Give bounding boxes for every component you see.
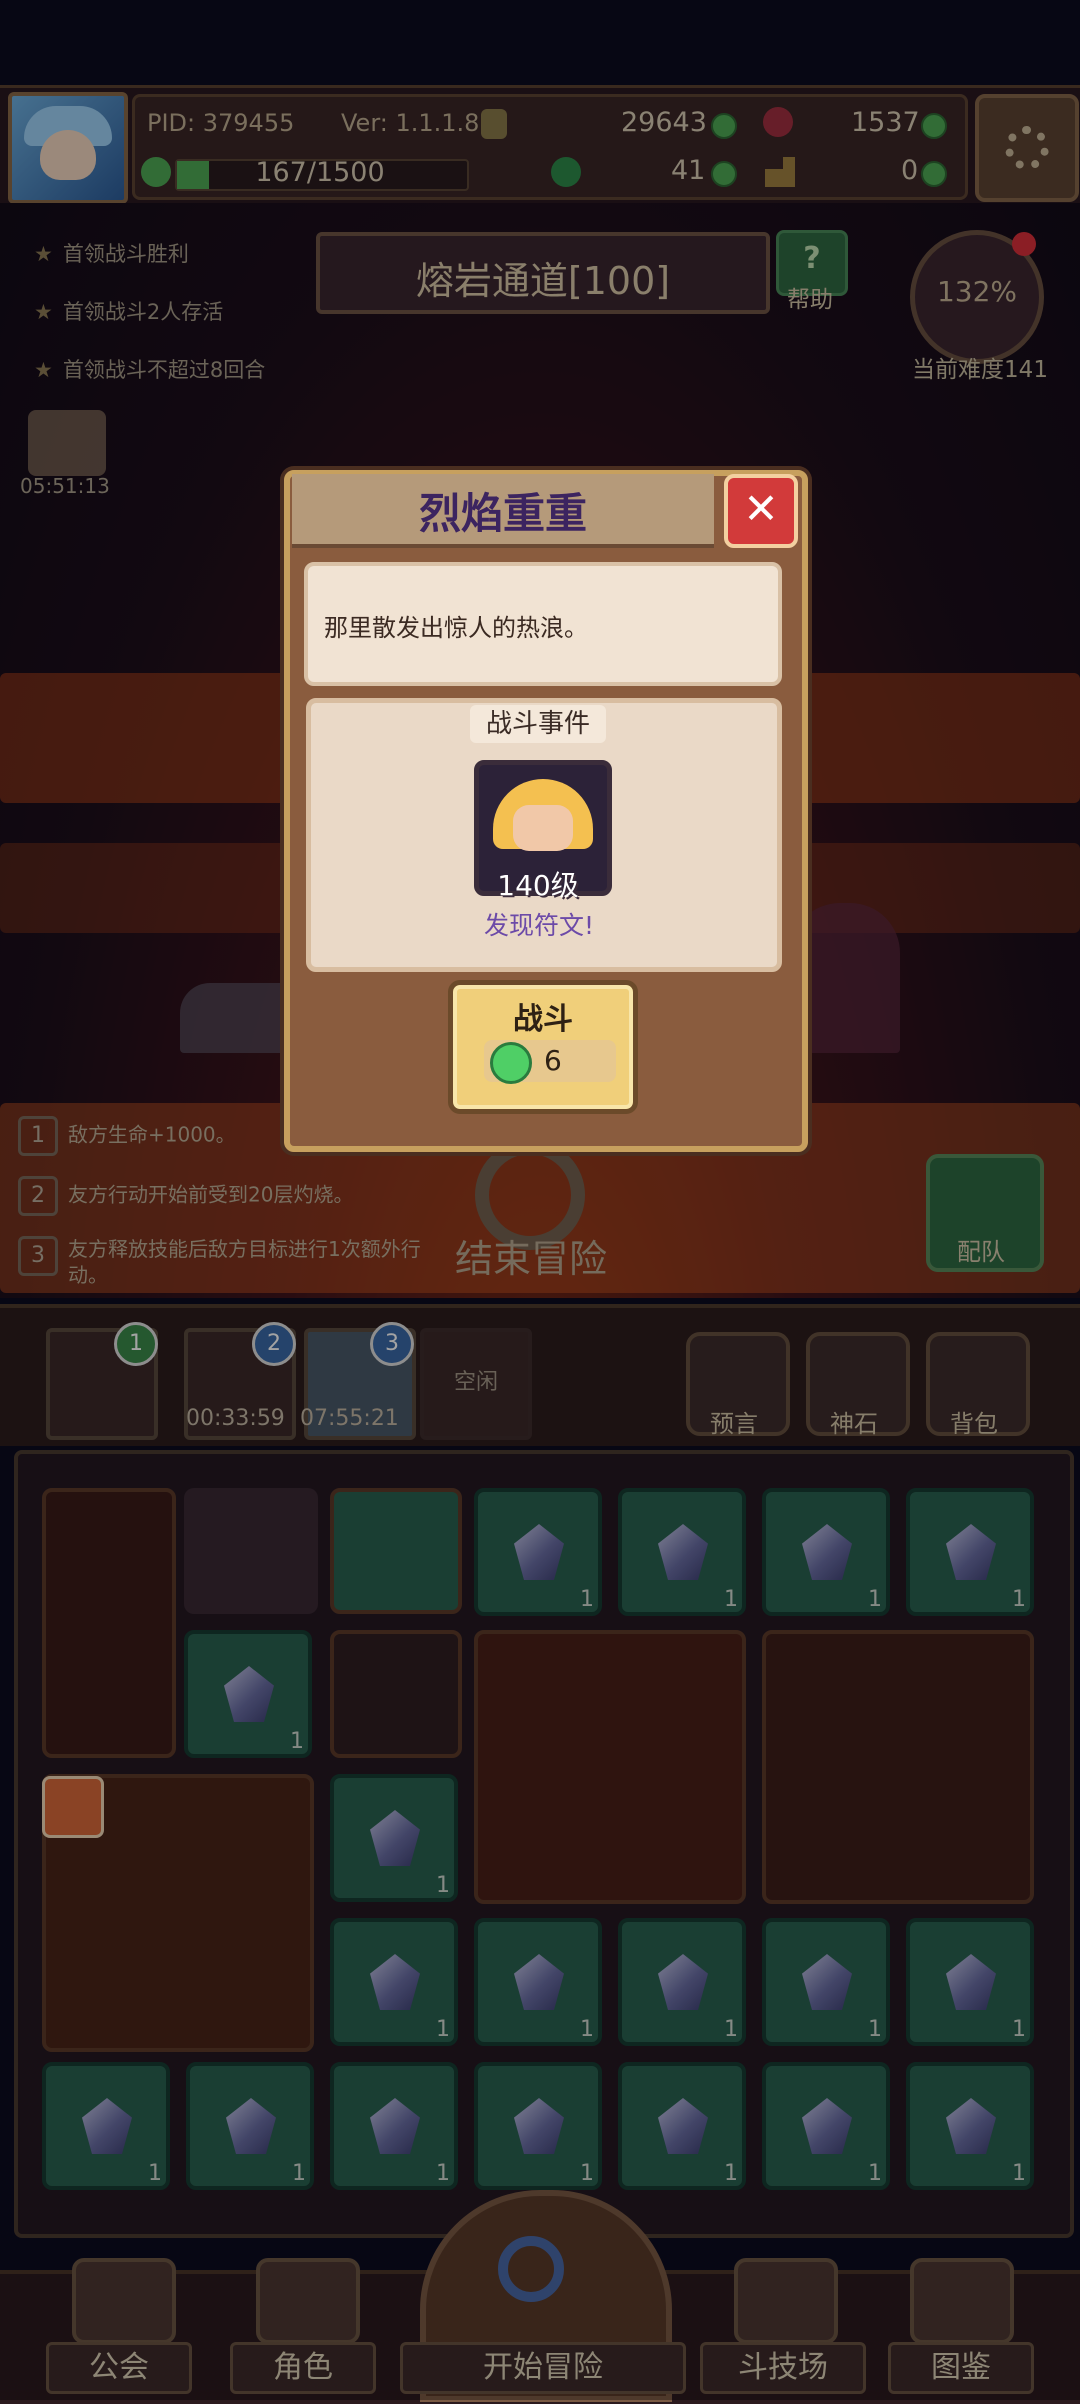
close-button[interactable]: ✕: [724, 474, 798, 548]
close-icon: ✕: [743, 484, 779, 533]
event-description: 那里散发出惊人的热浪。: [324, 614, 588, 642]
green-gem-icon: [490, 1042, 532, 1084]
reward-text: 发现符文!: [483, 911, 595, 940]
battle-event-header: 战斗事件: [470, 705, 606, 743]
enemy-level: 140级: [497, 869, 579, 902]
fight-label: 战斗: [513, 1002, 573, 1037]
dialog-title: 烈焰重重: [418, 489, 587, 538]
modal-backdrop[interactable]: [0, 0, 1080, 2400]
fight-cost: 6: [544, 1044, 562, 1077]
